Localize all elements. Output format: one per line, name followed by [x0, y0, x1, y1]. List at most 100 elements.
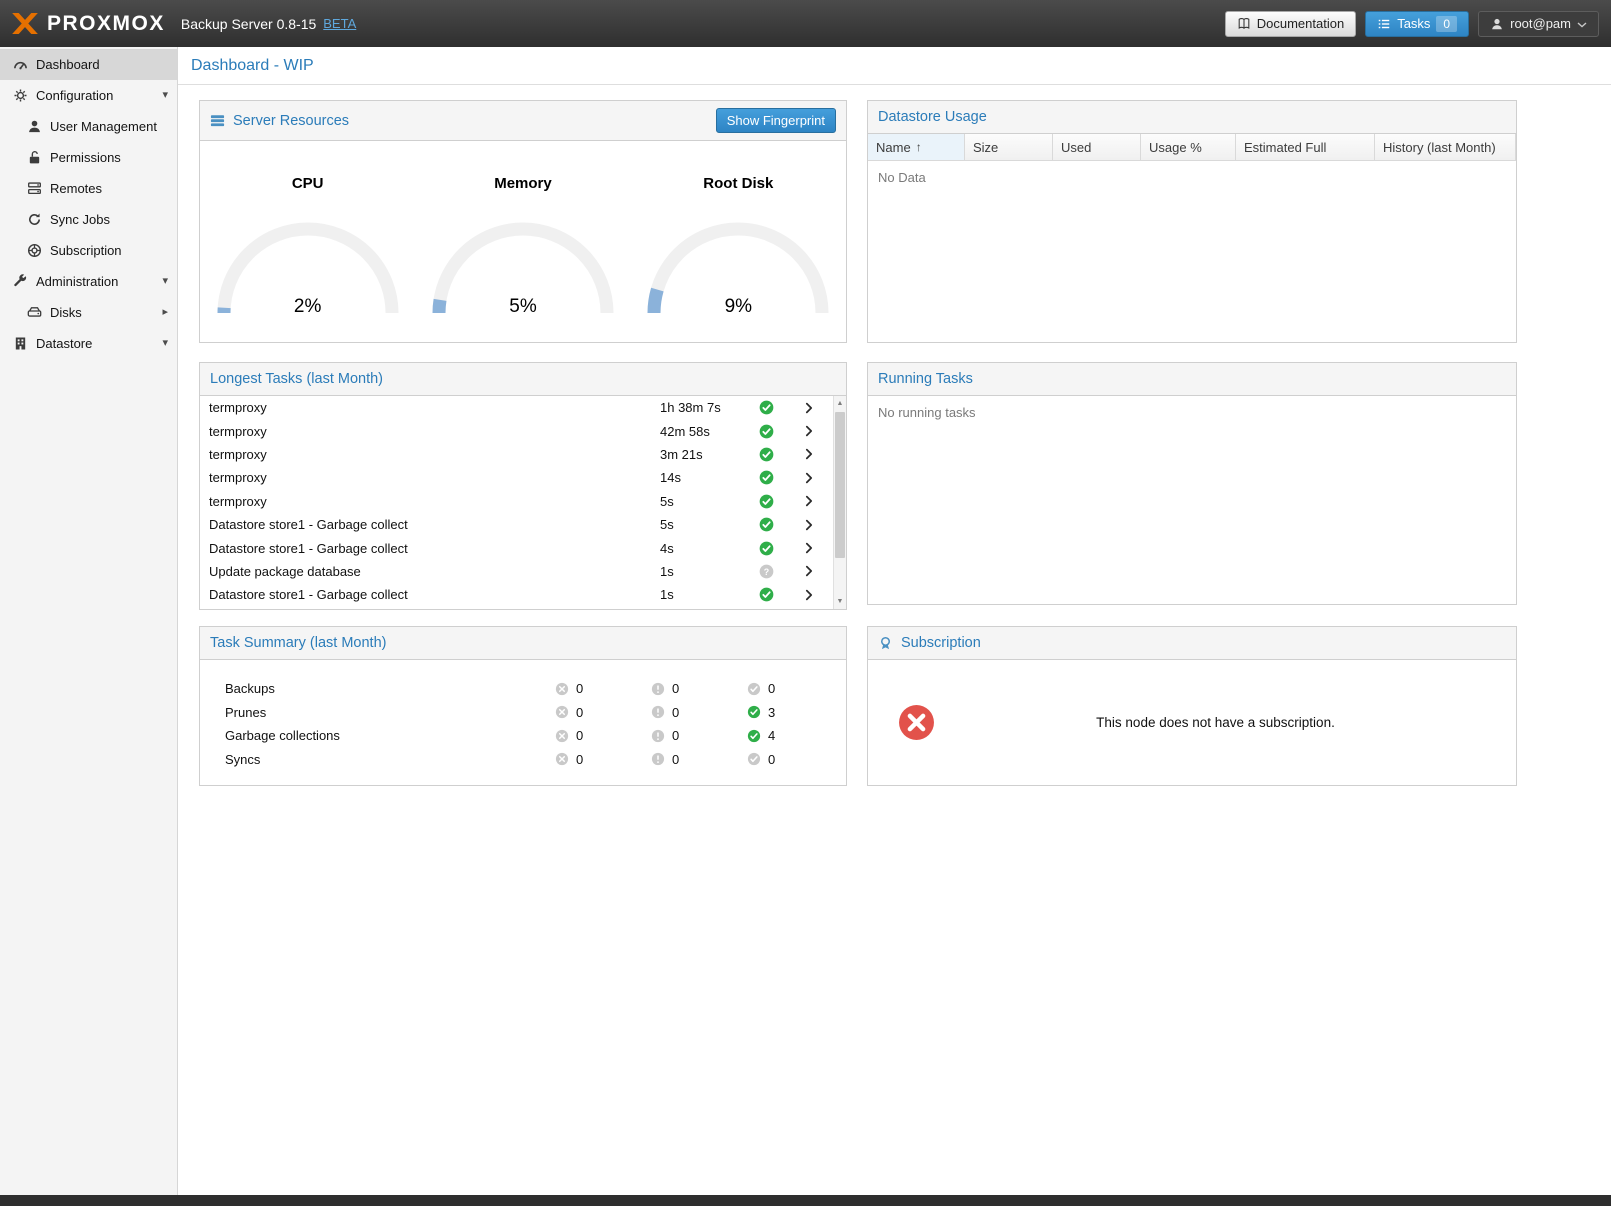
chevron-right-icon[interactable] [796, 447, 833, 461]
gauge-label: Memory [494, 175, 552, 192]
unlock-icon [27, 150, 42, 165]
gauge-root-disk: Root Disk 9% [633, 175, 843, 318]
task-summary-list: Backups 0 0 0 Prunes 0 0 3 Garbage colle… [200, 660, 846, 771]
page-title: Dashboard - WIP [191, 57, 314, 75]
gauges: CPU 2% Memory 5% Root Disk 9% [200, 141, 846, 318]
chevron-right-icon[interactable] [796, 424, 833, 438]
sidebar-item-configuration[interactable]: Configuration ▾ [0, 80, 177, 111]
error-count-icon [555, 752, 569, 766]
task-name: Datastore store1 - Garbage collect [209, 541, 660, 556]
task-row[interactable]: Datastore store1 - Garbage collect 1s [200, 583, 833, 606]
error-count-icon [555, 682, 569, 696]
task-row[interactable]: Datastore store1 - Garbage collect 4s [200, 536, 833, 559]
column-header-estimated-full[interactable]: Estimated Full [1236, 134, 1375, 160]
task-summary-header: Task Summary (last Month) [200, 627, 846, 660]
chevron-right-icon[interactable] [796, 588, 833, 602]
chevron-right-icon[interactable] [796, 541, 833, 555]
gauge-value: 9% [643, 296, 833, 318]
summary-label: Syncs [225, 752, 555, 767]
error-count: 0 [576, 705, 583, 720]
sidebar-item-remotes[interactable]: Remotes [0, 173, 177, 204]
task-row[interactable]: Update package database 1s ? [200, 560, 833, 583]
task-row[interactable]: termproxy 5s [200, 490, 833, 513]
longest-tasks-body: termproxy 1h 38m 7s termproxy 42m 58s te… [200, 396, 846, 609]
task-row[interactable]: termproxy 14s [200, 466, 833, 489]
warning-count-icon [651, 705, 665, 719]
column-header-history-last-month[interactable]: History (last Month) [1375, 134, 1516, 160]
task-duration: 3m 21s [660, 447, 759, 462]
sidebar-item-subscription[interactable]: Subscription [0, 235, 177, 266]
no-subscription-icon [898, 704, 935, 741]
show-fingerprint-button[interactable]: Show Fingerprint [716, 108, 836, 133]
task-row[interactable]: termproxy 3m 21s [200, 443, 833, 466]
task-summary-row-syncs: Syncs 0 0 0 [200, 748, 846, 772]
tasks-button[interactable]: Tasks 0 [1365, 11, 1469, 37]
expand-caret-icon: ▾ [162, 90, 168, 101]
chevron-right-icon[interactable] [796, 494, 833, 508]
task-row[interactable]: Datastore store1 - Garbage collect 5s [200, 513, 833, 536]
task-name: termproxy [209, 494, 660, 509]
task-name: termproxy [209, 400, 660, 415]
scrollbar-thumb[interactable] [835, 412, 845, 558]
scrollbar[interactable]: ▲ ▼ [833, 396, 846, 609]
sidebar-item-label: Dashboard [36, 57, 100, 72]
datastore-usage-header: Datastore Usage [868, 101, 1516, 134]
column-header-used[interactable]: Used [1053, 134, 1141, 160]
gauge-cpu: CPU 2% [203, 175, 413, 318]
user-menu-button[interactable]: root@pam [1478, 11, 1599, 37]
bottom-bar [0, 1195, 1611, 1206]
expand-caret-icon: ▾ [162, 276, 168, 287]
svg-text:?: ? [764, 567, 769, 577]
sidebar-item-administration[interactable]: Administration ▾ [0, 266, 177, 297]
sidebar-item-sync-jobs[interactable]: Sync Jobs [0, 204, 177, 235]
gauge-arc: 9% [643, 218, 833, 318]
task-duration: 5s [660, 517, 759, 532]
longest-tasks-list: termproxy 1h 38m 7s termproxy 42m 58s te… [200, 396, 833, 607]
task-name: Update package database [209, 564, 660, 579]
proxmox-logo: PROXMOX [12, 12, 165, 36]
task-row[interactable]: termproxy 42m 58s [200, 419, 833, 442]
task-duration: 4s [660, 541, 759, 556]
sidebar-item-label: Subscription [50, 243, 122, 258]
beta-link[interactable]: BETA [323, 16, 356, 31]
sidebar-item-datastore[interactable]: Datastore ▾ [0, 328, 177, 359]
user-icon [27, 119, 42, 134]
user-icon [1490, 17, 1504, 31]
sidebar-item-dashboard[interactable]: Dashboard [0, 49, 177, 80]
task-duration: 42m 58s [660, 424, 759, 439]
documentation-button[interactable]: Documentation [1225, 11, 1356, 37]
chevron-right-icon[interactable] [796, 518, 833, 532]
chevron-right-icon[interactable] [796, 471, 833, 485]
server-icon [27, 181, 42, 196]
column-header-usage[interactable]: Usage % [1141, 134, 1236, 160]
column-header-size[interactable]: Size [965, 134, 1053, 160]
gauge-label: CPU [292, 175, 324, 192]
sidebar-item-permissions[interactable]: Permissions [0, 142, 177, 173]
user-label: root@pam [1510, 16, 1571, 31]
warning-count: 0 [672, 752, 679, 767]
ok-count-icon [747, 729, 761, 743]
tasks-count-badge: 0 [1436, 16, 1457, 32]
certificate-icon [878, 636, 893, 651]
task-duration: 5s [660, 494, 759, 509]
building-icon [13, 336, 28, 351]
sidebar-item-disks[interactable]: Disks ▸ [0, 297, 177, 328]
sidebar-item-label: Disks [50, 305, 82, 320]
chevron-right-icon[interactable] [796, 401, 833, 415]
scroll-up-icon[interactable]: ▲ [834, 397, 846, 410]
task-summary-row-backups: Backups 0 0 0 [200, 677, 846, 701]
column-header-name[interactable]: Name↑ [868, 134, 965, 160]
expand-caret-icon: ▾ [162, 338, 168, 349]
sidebar-item-label: Datastore [36, 336, 92, 351]
datastore-usage-columns: Name↑SizeUsedUsage %Estimated FullHistor… [868, 134, 1516, 161]
subscription-panel: Subscription This node does not have a s… [867, 626, 1517, 786]
task-row[interactable]: termproxy 1h 38m 7s [200, 396, 833, 419]
gauge-arc: 5% [428, 218, 618, 318]
server-resources-panel: Server Resources Show Fingerprint CPU 2%… [199, 100, 847, 343]
chevron-right-icon[interactable] [796, 564, 833, 578]
sidebar-item-user-management[interactable]: User Management [0, 111, 177, 142]
header-actions: Documentation Tasks 0 root@pam [1225, 11, 1599, 37]
scroll-down-icon[interactable]: ▼ [834, 595, 846, 608]
panel-title: Running Tasks [878, 371, 973, 387]
sidebar-item-label: User Management [50, 119, 157, 134]
